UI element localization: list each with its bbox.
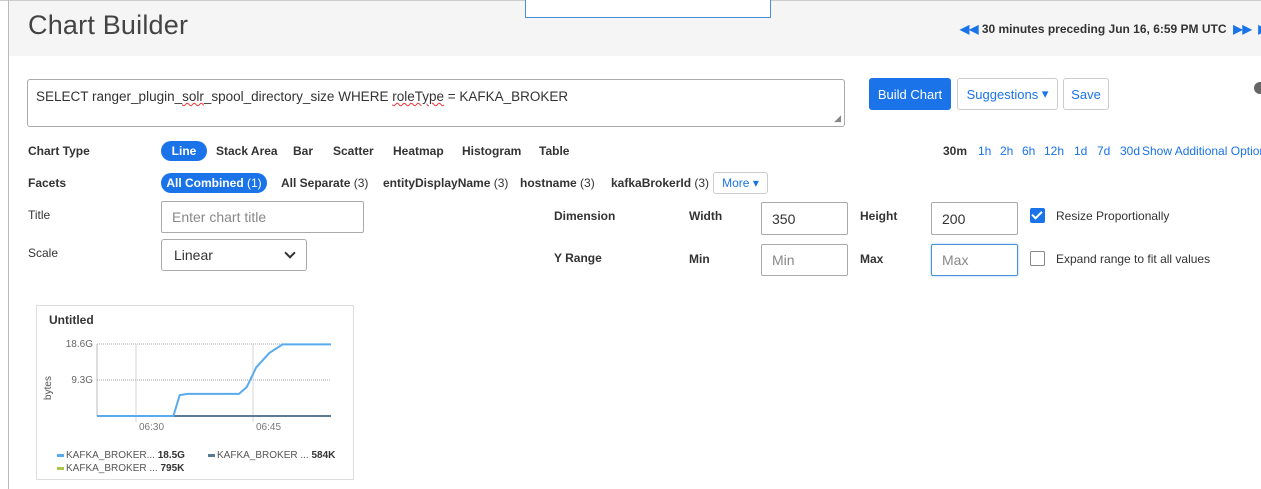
y-tick-label: 9.3G	[71, 375, 93, 386]
min-label: Min	[689, 252, 710, 266]
query-text: SELECT ranger_plugin_solr_spool_director…	[36, 89, 569, 104]
range-30d[interactable]: 30d	[1120, 144, 1140, 158]
skip-to-now-icon[interactable]: ▶▶|	[1255, 22, 1261, 36]
expand-range-label: Expand range to fit all values	[1056, 252, 1211, 266]
build-chart-button[interactable]: Build Chart	[869, 78, 951, 110]
width-input[interactable]: 350	[761, 202, 848, 235]
time-range-text[interactable]: 30 minutes preceding Jun 16, 6:59 PM UTC	[982, 22, 1227, 36]
left-border	[8, 0, 9, 489]
facet-entity-display-name[interactable]: entityDisplayName (3)	[383, 176, 508, 190]
fast-forward-icon[interactable]: ▶▶	[1230, 22, 1251, 36]
y-axis-label: bytes	[43, 376, 54, 400]
facets-label: Facets	[28, 176, 67, 190]
legend-item-3[interactable]: KAFKA_BROKER ... 795K	[57, 463, 184, 474]
chart-type-table[interactable]: Table	[539, 144, 569, 158]
facet-all-separate[interactable]: All Separate (3)	[281, 176, 368, 190]
y-tick-label: 18.6G	[66, 339, 93, 350]
legend-item-2[interactable]: KAFKA_BROKER ... 584K	[208, 450, 335, 461]
chart-type-histogram[interactable]: Histogram	[462, 144, 521, 158]
scale-value: Linear	[174, 247, 213, 263]
y-max-input[interactable]: Max	[931, 244, 1018, 276]
range-30m[interactable]: 30m	[943, 144, 967, 158]
rewind-icon[interactable]: ◀◀	[960, 22, 978, 36]
range-2h[interactable]: 2h	[1000, 144, 1013, 158]
expand-range-checkbox[interactable]	[1030, 251, 1045, 266]
chevron-down-icon	[284, 247, 296, 259]
range-1d[interactable]: 1d	[1074, 144, 1087, 158]
legend-swatch-1	[57, 453, 64, 457]
height-label: Height	[860, 209, 898, 223]
facet-hostname[interactable]: hostname (3)	[520, 176, 595, 190]
suggestions-button[interactable]: Suggestions ▾	[957, 78, 1058, 110]
chart-preview-card[interactable]: Untitled 18.6G 9.3G 06:30 06:45 bytes KAFKA_…	[36, 305, 354, 480]
range-6h[interactable]: 6h	[1022, 144, 1035, 158]
dimension-label: Dimension	[554, 209, 616, 223]
chart-type-bar[interactable]: Bar	[293, 144, 313, 158]
chart-type-heatmap[interactable]: Heatmap	[393, 144, 444, 158]
save-button[interactable]: Save	[1063, 78, 1109, 110]
range-1h[interactable]: 1h	[978, 144, 991, 158]
caret-down-icon: ▾	[1041, 86, 1049, 101]
legend-swatch-2	[208, 453, 215, 457]
title-label: Title	[28, 208, 51, 222]
legend-item-1[interactable]: KAFKA_BROKER... 18.5G	[57, 450, 185, 461]
legend-swatch-3	[57, 466, 64, 470]
facet-kafka-broker-id[interactable]: kafkaBrokerId (3)	[611, 176, 709, 190]
width-label: Width	[689, 209, 723, 223]
facet-all-combined[interactable]: All Combined (1)	[161, 173, 267, 193]
facets-more-button[interactable]: More ▾	[713, 172, 768, 194]
query-textarea[interactable]: SELECT ranger_plugin_solr_spool_director…	[27, 79, 845, 127]
caret-down-icon: ▾	[752, 176, 759, 190]
x-tick-label: 06:30	[139, 422, 164, 433]
resize-proportionally-label: Resize Proportionally	[1056, 209, 1170, 223]
scale-select[interactable]: Linear	[161, 239, 307, 271]
show-additional-options-link[interactable]: Show Additional Options	[1142, 144, 1261, 158]
chart-type-label: Chart Type	[28, 144, 90, 158]
chart-type-stack-area[interactable]: Stack Area	[216, 144, 278, 158]
range-7d[interactable]: 7d	[1097, 144, 1110, 158]
resize-grip-icon[interactable]: ◢	[834, 113, 841, 124]
x-tick-label: 06:45	[256, 422, 281, 433]
y-min-input[interactable]: Min	[761, 244, 848, 276]
scale-label: Scale	[28, 246, 59, 260]
chart-title-input[interactable]: Enter chart title	[161, 201, 364, 233]
line-chart: 18.6G 9.3G 06:30 06:45 bytes	[43, 339, 331, 433]
height-input[interactable]: 200	[931, 202, 1018, 235]
page-title: Chart Builder	[28, 10, 189, 40]
y-range-label: Y Range	[554, 251, 602, 265]
chart-type-scatter[interactable]: Scatter	[333, 144, 374, 158]
range-12h[interactable]: 12h	[1044, 144, 1064, 158]
resize-proportionally-checkbox[interactable]	[1030, 208, 1045, 223]
time-range-bar: ◀◀ 30 minutes preceding Jun 16, 6:59 PM …	[960, 22, 1261, 36]
gear-icon[interactable]	[1254, 82, 1261, 94]
chart-type-line[interactable]: Line	[161, 141, 207, 161]
top-search-box[interactable]	[525, 0, 771, 18]
max-label: Max	[860, 252, 884, 266]
